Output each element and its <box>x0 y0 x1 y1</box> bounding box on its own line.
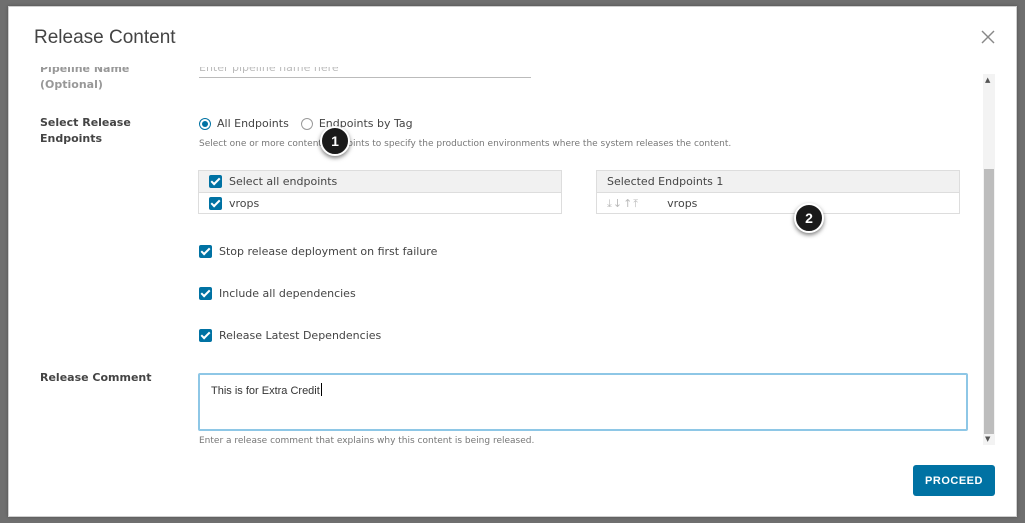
selected-endpoints-list: Selected Endpoints 1 ⤓↓↑⤒ vrops <box>596 170 960 214</box>
checkbox-checked-icon[interactable] <box>209 197 222 210</box>
close-icon[interactable] <box>980 29 996 45</box>
pipeline-name-label: Pipeline Name (Optional) <box>40 67 130 91</box>
option-include-dependencies[interactable]: Include all dependencies <box>199 287 356 300</box>
callout-marker-1: 1 <box>320 126 350 156</box>
radio-all-endpoints[interactable]: All Endpoints <box>199 117 289 130</box>
select-all-endpoints-row[interactable]: Select all endpoints <box>199 171 561 193</box>
checkbox-checked-icon[interactable] <box>209 175 222 188</box>
modal-title: Release Content <box>34 27 176 48</box>
text-caret <box>320 383 322 396</box>
release-content-modal: Release Content Pipeline Name (Optional)… <box>8 6 1017 517</box>
release-comment-label: Release Comment <box>40 371 152 384</box>
callout-marker-2: 2 <box>794 203 824 233</box>
scroll-down-icon[interactable]: ▼ <box>985 435 990 443</box>
endpoint-name: vrops <box>229 197 260 210</box>
pipeline-name-input[interactable]: Enter pipeline name here <box>199 67 531 78</box>
proceed-button[interactable]: PROCEED <box>913 465 995 496</box>
option-deps-label: Include all dependencies <box>219 287 356 300</box>
option-stop-on-failure[interactable]: Stop release deployment on first failure <box>199 245 437 258</box>
comment-hint: Enter a release comment that explains wh… <box>199 436 535 446</box>
selected-endpoints-header: Selected Endpoints 1 <box>597 171 959 193</box>
checkbox-checked-icon[interactable] <box>199 329 212 342</box>
checkbox-checked-icon[interactable] <box>199 245 212 258</box>
endpoints-label: Select Release Endpoints <box>40 116 131 145</box>
scroll-thumb[interactable] <box>984 169 994 434</box>
checkbox-checked-icon[interactable] <box>199 287 212 300</box>
option-stop-label: Stop release deployment on first failure <box>219 245 438 258</box>
scroll-up-icon[interactable]: ▲ <box>985 76 990 84</box>
modal-body: Pipeline Name (Optional) Enter pipeline … <box>9 67 994 449</box>
option-latest-label: Release Latest Dependencies <box>219 329 382 342</box>
comment-text: This is for Extra Credit <box>211 385 320 397</box>
radio-all-label: All Endpoints <box>217 117 289 130</box>
reorder-arrows-icon[interactable]: ⤓↓↑⤒ <box>607 197 639 211</box>
available-endpoints-list: Select all endpoints vrops <box>198 170 562 214</box>
radio-endpoints-by-tag[interactable]: Endpoints by Tag <box>300 117 413 130</box>
radio-selected-icon <box>199 117 211 130</box>
radio-unselected-icon <box>300 117 313 130</box>
select-all-label: Select all endpoints <box>229 175 338 188</box>
vertical-scrollbar[interactable]: ▲ ▼ <box>983 74 995 445</box>
release-comment-textarea[interactable]: This is for Extra Credit <box>198 373 968 431</box>
endpoints-hint: Select one or more content endpoints to … <box>199 139 732 149</box>
endpoint-row-vrops[interactable]: vrops <box>199 193 561 214</box>
selected-endpoint-name: vrops <box>667 197 698 210</box>
option-release-latest[interactable]: Release Latest Dependencies <box>199 329 381 342</box>
selected-endpoint-row-vrops[interactable]: ⤓↓↑⤒ vrops <box>597 193 959 214</box>
endpoint-radio-group: All Endpoints Endpoints by Tag <box>199 117 425 130</box>
